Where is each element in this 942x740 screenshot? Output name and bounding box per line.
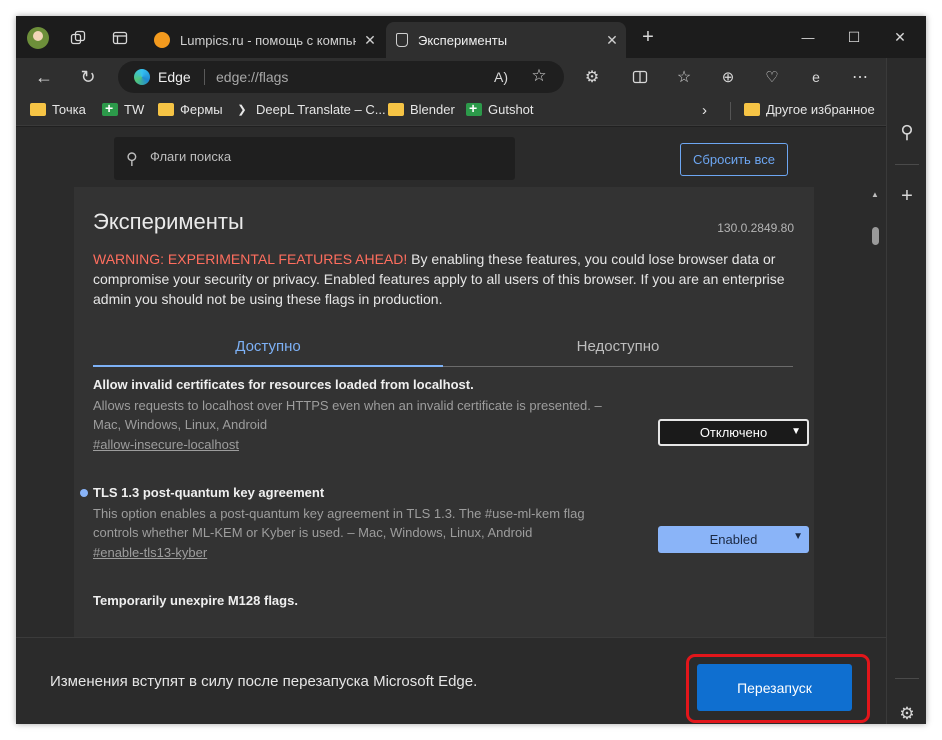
bookmark-gutshot[interactable]: Gutshot xyxy=(466,100,534,117)
tab-lumpics[interactable]: Lumpics.ru - помощь с компьют ✕ xyxy=(144,22,384,58)
flag-state-select[interactable]: Отключено ▼ xyxy=(658,419,809,446)
bookmark-blender[interactable]: Blender xyxy=(388,102,455,117)
ie-mode-icon[interactable]: e xyxy=(804,66,828,88)
select-value: Enabled xyxy=(709,532,758,547)
chevron-down-icon: ▼ xyxy=(791,426,801,437)
page-title: Эксперименты xyxy=(93,209,244,234)
back-arrow-icon[interactable]: ← xyxy=(32,66,56,88)
tab-title: Эксперименты xyxy=(418,32,508,48)
bookmark-tochka[interactable]: Точка xyxy=(30,102,86,117)
flags-header: ⚲ Сбросить все xyxy=(16,127,886,187)
chevron-down-icon: ▼ xyxy=(793,531,803,542)
flag-description: This option enables a post-quantum key a… xyxy=(93,506,585,540)
title-bar: Lumpics.ru - помощь с компьют ✕ Эксперим… xyxy=(16,16,926,58)
favorites-icon[interactable]: ☆ xyxy=(672,66,696,88)
scroll-thumb[interactable] xyxy=(872,227,879,245)
flag-description: Allows requests to localhost over HTTPS … xyxy=(93,398,602,432)
folder-icon xyxy=(30,103,46,116)
flag-name: TLS 1.3 post-quantum key agreement xyxy=(93,485,325,500)
flask-icon xyxy=(396,33,408,47)
green-plus-icon xyxy=(102,100,118,116)
close-tab-icon[interactable]: ✕ xyxy=(598,32,626,49)
sidebar-divider xyxy=(895,164,919,165)
flag-item: Allow invalid certificates for resources… xyxy=(93,377,809,452)
bookmarks-overflow-chevron-icon[interactable]: › xyxy=(702,102,707,119)
browser-window: Lumpics.ru - помощь с компьют ✕ Эксперим… xyxy=(16,16,926,724)
collections-icon[interactable]: ⊕ xyxy=(716,66,740,88)
more-menu-icon[interactable]: ⋯ xyxy=(848,66,872,88)
url-text[interactable]: edge://flags xyxy=(216,69,288,85)
search-input[interactable] xyxy=(150,149,500,164)
bookmark-deepl[interactable]: ❯ DeepL Translate – C... xyxy=(234,102,386,117)
bookmark-label: TW xyxy=(124,102,145,117)
bookmark-label: Blender xyxy=(410,102,455,117)
close-window-button[interactable]: ✕ xyxy=(878,26,922,48)
bookmark-label: Другое избранное xyxy=(766,102,875,117)
bookmarks-divider xyxy=(730,102,731,120)
folder-icon xyxy=(744,103,760,116)
tab-actions-icon[interactable] xyxy=(108,28,132,48)
refresh-icon[interactable]: ↻ xyxy=(76,66,100,88)
search-box[interactable]: ⚲ xyxy=(114,137,515,180)
bookmark-tw[interactable]: TW xyxy=(102,100,145,117)
experiments-panel: Эксперименты 130.0.2849.80 WARNING: EXPE… xyxy=(74,187,814,647)
flag-name: Temporarily unexpire M128 flags. xyxy=(93,593,298,608)
close-tab-icon[interactable]: ✕ xyxy=(356,32,384,49)
select-value: Отключено xyxy=(699,425,768,440)
flag-item: Temporarily unexpire M128 flags. xyxy=(93,593,793,608)
bookmark-fermy[interactable]: Фермы xyxy=(158,102,223,117)
reset-all-button[interactable]: Сбросить все xyxy=(680,143,788,176)
sidebar-add-icon[interactable]: + xyxy=(895,184,919,208)
lumpics-favicon-icon xyxy=(154,32,170,48)
green-plus-icon xyxy=(466,100,482,116)
restart-bar: Изменения вступят в силу после перезапус… xyxy=(16,637,886,724)
folder-icon xyxy=(158,103,174,116)
bookmark-label: Точка xyxy=(52,102,86,117)
bookmark-label: DeepL Translate – C... xyxy=(256,102,386,117)
flag-item: TLS 1.3 post-quantum key agreement This … xyxy=(80,485,809,560)
folder-icon xyxy=(388,103,404,116)
warning-highlight: WARNING: EXPERIMENTAL FEATURES AHEAD! xyxy=(93,251,408,267)
tab-available[interactable]: Доступно xyxy=(93,327,443,367)
search-icon: ⚲ xyxy=(126,151,138,168)
sidebar-search-icon[interactable]: ⚲ xyxy=(895,120,919,144)
toolbar: ← ↻ Edge edge://flags A) ☆ ⚙ ☆ ⊕ ♡ e ⋯ xyxy=(16,58,926,96)
deepl-icon: ❯ xyxy=(237,104,247,116)
sidebar-divider xyxy=(895,678,919,679)
profile-avatar[interactable] xyxy=(27,27,49,49)
modified-dot-icon xyxy=(80,489,88,497)
bookmark-label: Фермы xyxy=(180,102,223,117)
read-aloud-icon[interactable]: A) xyxy=(490,67,512,87)
bookmark-other-favorites[interactable]: Другое избранное xyxy=(744,102,875,117)
address-separator xyxy=(204,69,205,85)
version-number: 130.0.2849.80 xyxy=(717,221,794,235)
browser-essentials-icon[interactable]: ♡ xyxy=(760,66,784,88)
tab-experiments[interactable]: Эксперименты ✕ xyxy=(386,22,626,58)
sidebar-settings-gear-icon[interactable]: ⚙ xyxy=(895,702,919,724)
bookmark-label: Gutshot xyxy=(488,102,534,117)
flags-page: ⚲ Сбросить все Эксперименты 130.0.2849.8… xyxy=(16,127,886,724)
warning-text: WARNING: EXPERIMENTAL FEATURES AHEAD! By… xyxy=(93,249,793,309)
edge-sidebar: ⚲ + ⚙ xyxy=(886,58,926,724)
restart-message: Изменения вступят в силу после перезапус… xyxy=(50,673,478,690)
maximize-button[interactable]: ☐ xyxy=(832,26,876,48)
address-bar[interactable]: Edge edge://flags A) ☆ xyxy=(118,61,564,93)
minimize-button[interactable]: — xyxy=(786,26,830,48)
tab-unavailable[interactable]: Недоступно xyxy=(443,327,793,367)
favorite-star-icon[interactable]: ☆ xyxy=(528,66,550,86)
workspaces-icon[interactable] xyxy=(66,28,90,48)
restart-button[interactable]: Перезапуск xyxy=(697,664,852,711)
flag-name: Allow invalid certificates for resources… xyxy=(93,377,474,392)
edge-logo-icon xyxy=(134,69,150,85)
scroll-up-arrow-icon[interactable]: ▲ xyxy=(871,190,879,199)
new-tab-button[interactable]: + xyxy=(636,26,660,48)
vertical-scrollbar[interactable]: ▲ xyxy=(866,187,886,634)
extensions-icon[interactable]: ⚙ xyxy=(580,66,604,88)
bookmarks-bar: Точка TW Фермы ❯ DeepL Translate – C... … xyxy=(16,96,886,126)
site-name: Edge xyxy=(158,69,191,85)
tab-title: Lumpics.ru - помощь с компьют xyxy=(180,32,356,48)
split-screen-icon[interactable] xyxy=(628,66,652,88)
flag-state-select[interactable]: Enabled ▼ xyxy=(658,526,809,553)
